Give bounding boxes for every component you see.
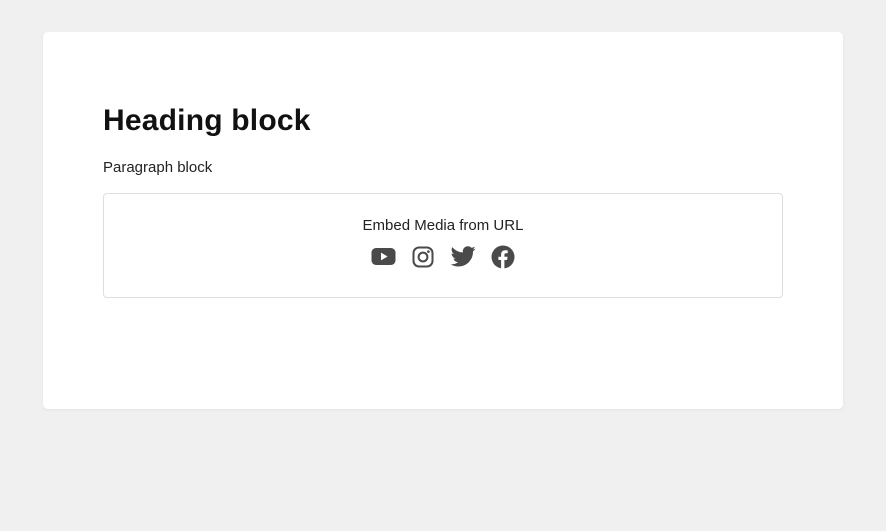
embed-provider-list (104, 244, 782, 269)
editor-card: Heading block Paragraph block Embed Medi… (43, 32, 843, 409)
embed-media-block[interactable]: Embed Media from URL (103, 193, 783, 298)
instagram-icon[interactable] (411, 244, 436, 269)
twitter-icon[interactable] (450, 244, 476, 269)
embed-media-title: Embed Media from URL (362, 217, 524, 234)
facebook-icon[interactable] (491, 244, 516, 269)
youtube-icon[interactable] (371, 244, 396, 269)
heading-block[interactable]: Heading block (103, 102, 311, 140)
paragraph-block[interactable]: Paragraph block (103, 158, 212, 178)
